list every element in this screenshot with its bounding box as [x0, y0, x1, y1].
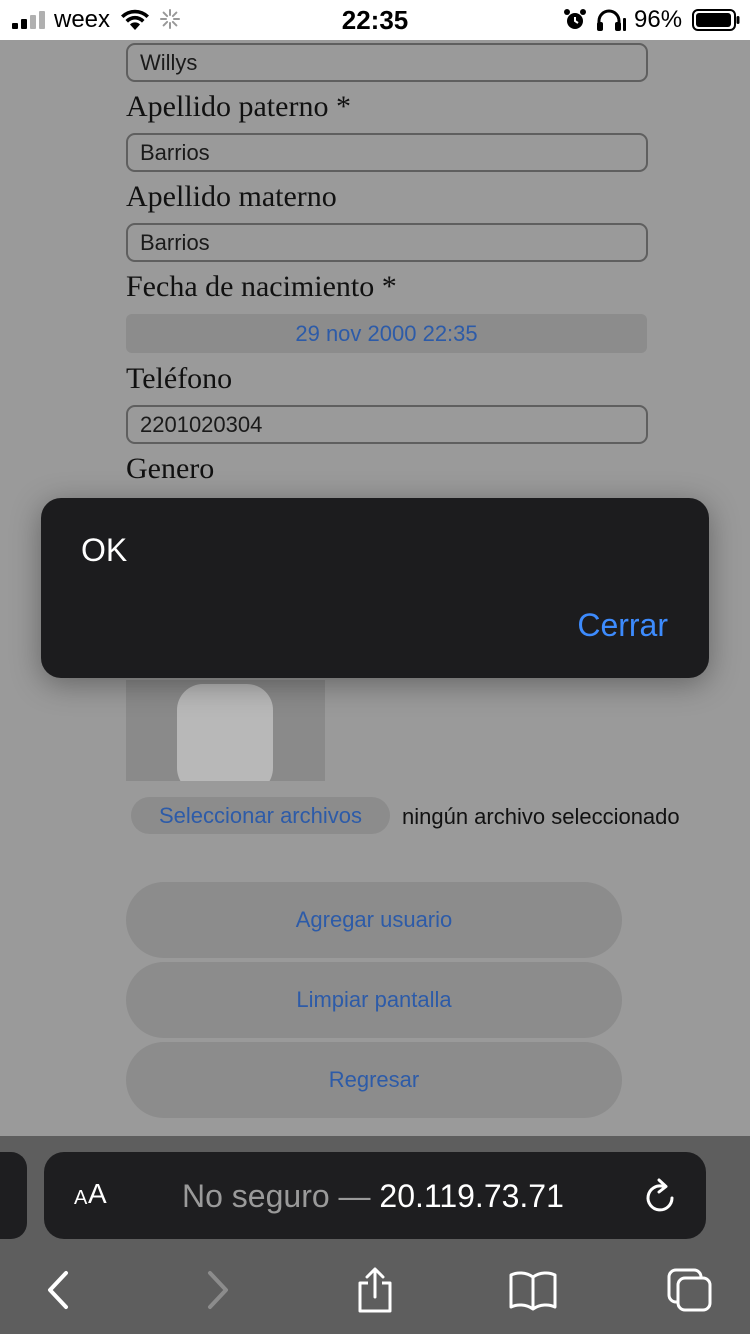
gender-label: Genero — [126, 452, 215, 485]
alert-dialog: OK Cerrar — [41, 498, 709, 678]
select-files-button[interactable]: Seleccionar archivos — [131, 797, 390, 834]
back-arrow-icon[interactable] — [40, 1267, 76, 1313]
clear-screen-button[interactable]: Limpiar pantalla — [126, 962, 622, 1038]
paternal-surname-label: Apellido paterno * — [126, 90, 351, 123]
phone-input[interactable]: 2201020304 — [126, 405, 648, 444]
address-bar[interactable]: A A No seguro — 20.119.73.71 — [44, 1152, 706, 1239]
battery-icon — [692, 9, 740, 31]
text-size-button[interactable]: A A — [74, 1178, 118, 1214]
alarm-clock-icon — [564, 9, 586, 29]
paternal-surname-input[interactable]: Barrios — [126, 133, 648, 172]
forward-arrow-icon[interactable] — [200, 1267, 236, 1313]
maternal-surname-label: Apellido materno — [126, 180, 337, 213]
text-size-small-glyph: A — [74, 1187, 88, 1209]
browser-toolbar: A A No seguro — 20.119.73.71 — [0, 1136, 750, 1334]
add-user-button[interactable]: Agregar usuario — [126, 882, 622, 958]
previous-tab-edge[interactable] — [0, 1152, 27, 1239]
share-icon[interactable] — [354, 1267, 396, 1313]
birth-date-picker[interactable]: 29 nov 2000 22:35 — [126, 314, 647, 353]
alert-message: OK — [81, 532, 128, 568]
maternal-surname-input[interactable]: Barrios — [126, 223, 648, 262]
text-size-large-glyph: A — [88, 1178, 107, 1209]
alert-close-button[interactable]: Cerrar — [577, 607, 668, 644]
url-host: 20.119.73.71 — [379, 1178, 564, 1214]
photo-preview — [126, 680, 325, 781]
bookmarks-icon[interactable] — [508, 1267, 558, 1313]
back-button[interactable]: Regresar — [126, 1042, 622, 1118]
status-bar: weex 22:35 96% — [0, 0, 750, 40]
tabs-icon[interactable] — [666, 1267, 714, 1313]
url-display[interactable]: No seguro — 20.119.73.71 — [182, 1178, 564, 1215]
avatar-placeholder-icon — [177, 684, 273, 781]
reload-icon[interactable] — [644, 1178, 678, 1214]
name-input[interactable]: Willys — [126, 43, 648, 82]
birth-date-label: Fecha de nacimiento * — [126, 270, 397, 303]
headphones-icon — [597, 9, 626, 31]
battery-percentage: 96% — [634, 6, 683, 33]
file-status-text: ningún archivo seleccionado — [402, 804, 680, 829]
security-warning: No seguro — — [182, 1178, 380, 1214]
phone-label: Teléfono — [126, 362, 233, 395]
